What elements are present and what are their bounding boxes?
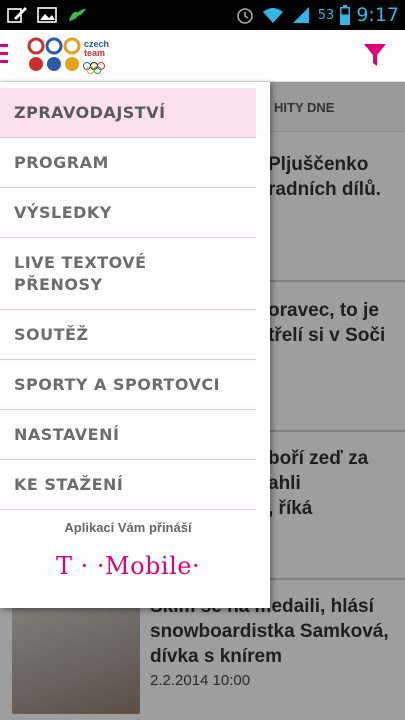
t-mobile-logo[interactable]: T · ·Mobile· [56,552,200,580]
sponsor-caption: Aplikaci Vám přináší [64,520,192,535]
czech-team-logo[interactable]: czech team [26,36,116,76]
signal-icon [292,7,309,23]
menu-item-soutez[interactable]: SOUTĚŽ [0,310,256,360]
battery-icon [340,5,351,25]
menu-item-vysledky[interactable]: VÝSLEDKY [0,188,256,238]
menu-item-nastaveni[interactable]: NASTAVENÍ [0,410,256,460]
menu-item-live-textove-prenosy[interactable]: LIVE TEXTOVÉ PŘENOSY [0,238,256,310]
logo-text-team: team [84,48,105,58]
wifi-icon [262,8,283,23]
menu-item-program[interactable]: PROGRAM [0,138,256,188]
menu-item-ke-stazeni[interactable]: KE STAŽENÍ [0,460,256,510]
app-notification-icon [69,8,86,21]
status-time: 9:17 [356,4,399,26]
image-notification-icon [37,7,57,23]
battery-level: 53 [317,7,335,23]
status-bar: 53 9:17 [0,0,405,30]
menu-icon[interactable] [0,44,8,66]
filter-icon[interactable] [363,42,387,68]
edit-notification-icon [7,7,27,23]
alarm-icon [236,8,253,24]
app-header: czech team [0,30,405,82]
navigation-drawer: ZPRAVODAJSTVÍ PROGRAM VÝSLEDKY LIVE TEXT… [0,82,270,608]
menu-item-zpravodajstvi[interactable]: ZPRAVODAJSTVÍ [0,88,256,138]
app-root: 53 9:17 czech team HITY DNE Pljuščenko r… [0,0,405,720]
menu-item-sporty-a-sportovci[interactable]: SPORTY A SPORTOVCI [0,360,256,410]
